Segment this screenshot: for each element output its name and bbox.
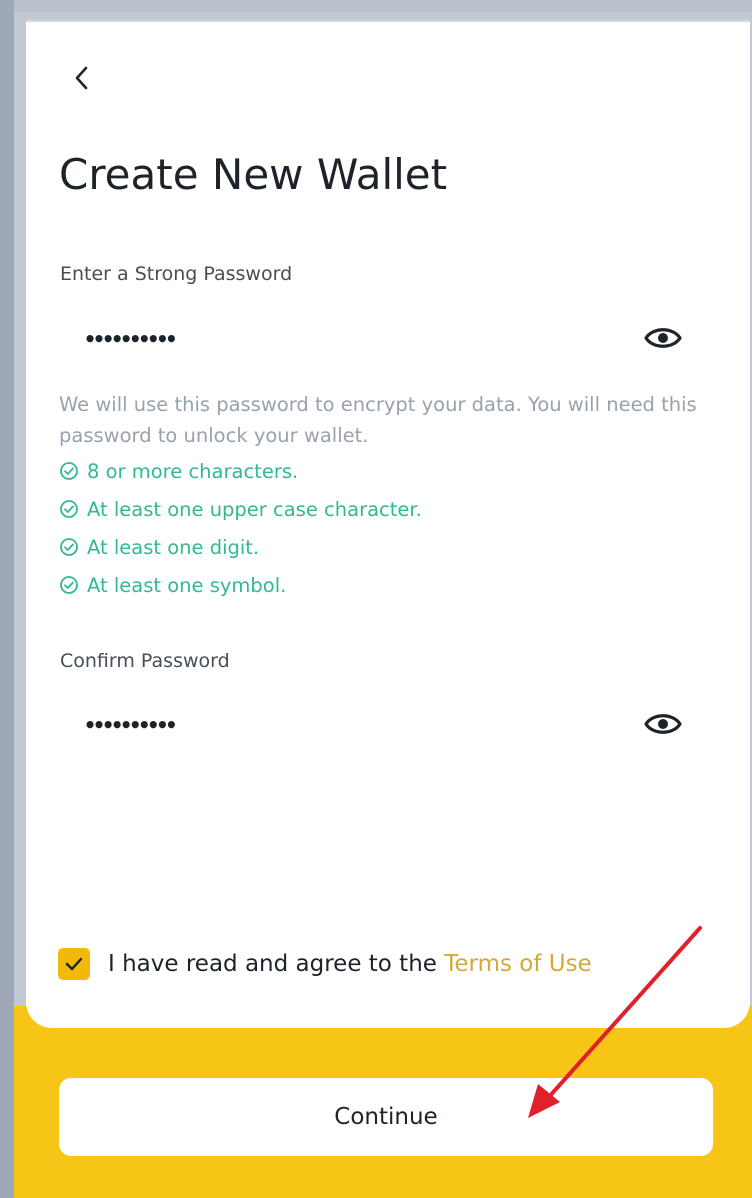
password-label: Enter a Strong Password [60,263,293,285]
terms-checkbox[interactable] [58,948,90,980]
requirement-text: At least one symbol. [87,573,287,597]
eye-icon [644,714,682,734]
check-circle-icon [60,538,78,556]
window-frame-top [0,0,752,12]
check-circle-icon [60,462,78,480]
continue-button[interactable]: Continue [59,1078,713,1156]
checkmark-icon [65,957,83,971]
page-title: Create New Wallet [59,150,448,199]
chevron-left-icon [75,66,88,90]
confirm-password-label: Confirm Password [60,650,230,672]
requirement-digit: At least one digit. [59,528,422,566]
terms-agreement: I have read and agree to the Terms of Us… [58,944,592,984]
requirement-text: 8 or more characters. [87,459,299,483]
confirm-password-input[interactable]: •••••••••• [60,696,700,754]
back-button[interactable] [60,56,104,100]
eye-icon [644,328,682,348]
window-frame-left [0,0,14,1198]
password-help-text: We will use this password to encrypt you… [59,393,697,447]
confirm-visibility-toggle[interactable] [641,709,685,739]
check-circle-icon [60,500,78,518]
requirement-text: At least one upper case character. [87,497,422,521]
password-input[interactable]: •••••••••• [60,310,700,368]
requirement-uppercase: At least one upper case character. [59,490,422,528]
requirement-symbol: At least one symbol. [59,566,422,604]
password-visibility-toggle[interactable] [641,323,685,353]
password-requirements: 8 or more characters. At least one upper… [59,452,422,604]
agreement-text: I have read and agree to the Terms of Us… [108,951,592,977]
terms-of-use-link[interactable]: Terms of Use [444,951,592,977]
requirement-length: 8 or more characters. [59,452,422,490]
requirement-text: At least one digit. [87,535,260,559]
check-circle-icon [60,576,78,594]
agreement-prefix: I have read and agree to the [108,951,437,977]
